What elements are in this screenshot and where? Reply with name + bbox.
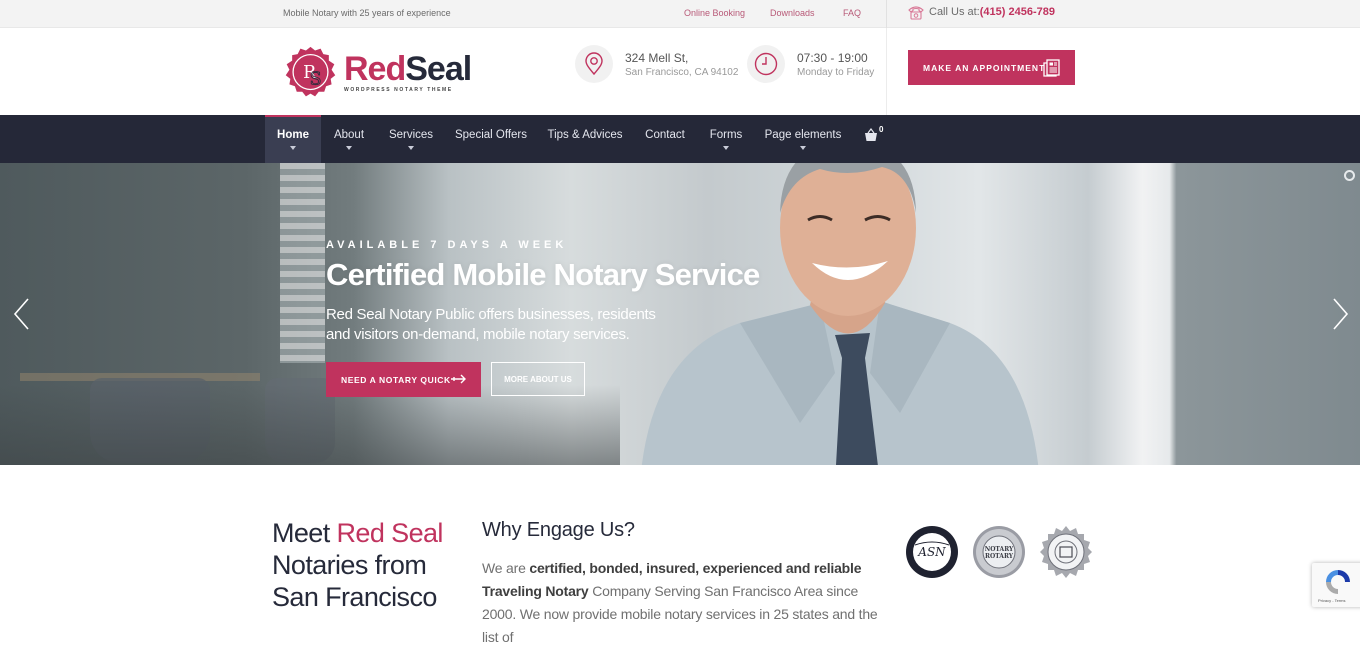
nav-item-home[interactable]: Home <box>265 115 321 163</box>
recaptcha-privacy-terms[interactable]: Privacy - Terms <box>1318 598 1345 603</box>
about-section: Meet Red Seal Notaries from San Francisc… <box>0 465 1360 645</box>
header-divider <box>886 28 887 115</box>
svg-text:ROTARY: ROTARY <box>985 553 1014 560</box>
heading-suffix: Notaries from San Francisco <box>272 550 437 612</box>
topbar-divider <box>886 0 887 28</box>
nav-label: Forms <box>709 129 743 141</box>
more-about-us-button[interactable]: MORE ABOUT US <box>491 362 585 396</box>
hours-line1: 07:30 - 19:00 <box>797 50 868 65</box>
nav-item-contact[interactable]: Contact <box>640 115 690 163</box>
about-body: We are certified, bonded, insured, exper… <box>482 557 882 649</box>
notary-rotary-badge-icon: NOTARY ROTARY <box>973 526 1025 578</box>
chevron-down-icon <box>800 146 806 150</box>
nav-item-page-elements[interactable]: Page elements <box>762 115 844 163</box>
certification-badges: ASN NOTARY ROTARY <box>905 525 1106 579</box>
nav-label: Home <box>277 129 309 141</box>
clock-icon-circle <box>747 45 785 83</box>
nav-label: About <box>333 129 365 141</box>
body-intro: We are <box>482 560 530 576</box>
svg-text:ASN: ASN <box>917 545 946 559</box>
clock-icon <box>754 52 778 76</box>
nav-item-tips-advices[interactable]: Tips & Advices <box>545 115 625 163</box>
downloads-link[interactable]: Downloads <box>770 8 815 18</box>
location-pin-icon <box>585 52 603 76</box>
call-label: Call Us at: <box>929 6 980 18</box>
hero-eyebrow: AVAILABLE 7 DAYS A WEEK <box>326 239 568 251</box>
asn-member-badge-icon: ASN <box>906 526 958 578</box>
brand-subtitle: WORDPRESS NOTARY THEME <box>344 87 453 93</box>
brand-dark: Seal <box>405 50 472 88</box>
nav-label: Contact <box>645 129 685 141</box>
hours-info: 07:30 - 19:00 Monday to Friday <box>747 45 874 83</box>
shopping-basket-icon <box>865 128 877 141</box>
nav-item-forms[interactable]: Forms <box>704 115 748 163</box>
nav-item-services[interactable]: Services <box>384 115 438 163</box>
hero-bg-window <box>280 163 325 363</box>
brand-name: RedSeal <box>344 50 472 88</box>
address-line2: San Francisco, CA 94102 <box>625 66 739 78</box>
chevron-down-icon <box>723 146 729 150</box>
seal-logo-icon: R S <box>285 46 336 97</box>
nav-label: Special Offers <box>454 129 527 141</box>
heading-prefix: Meet <box>272 518 337 548</box>
why-engage-heading: Why Engage Us? <box>482 519 635 541</box>
nav-label: Page elements <box>764 129 842 141</box>
slider-next-arrow[interactable] <box>1330 297 1350 331</box>
phone-icon <box>908 6 924 20</box>
make-appointment-label: MAKE AN APPOINTMENT <box>923 62 1046 73</box>
top-bar: Mobile Notary with 25 years of experienc… <box>0 0 1360 28</box>
heading-highlight: Red Seal <box>336 518 444 548</box>
cart-button[interactable]: 0 <box>864 125 888 151</box>
call-us: Call Us at: (415) 2456-789 <box>907 4 1055 20</box>
address-info: 324 Mell St, San Francisco, CA 94102 <box>575 45 738 83</box>
brand-red: Red <box>344 50 406 88</box>
hero-title: Certified Mobile Notary Service <box>326 257 760 292</box>
logo-wordmark: RedSeal WORDPRESS NOTARY THEME <box>344 50 472 93</box>
slider-prev-arrow[interactable] <box>12 297 32 331</box>
certified-badge-icon <box>1040 526 1092 578</box>
nav-label: Tips & Advices <box>547 129 623 141</box>
svg-text:S: S <box>310 69 322 89</box>
nav-item-special-offers[interactable]: Special Offers <box>451 115 531 163</box>
phone-number-link[interactable]: (415) 2456-789 <box>980 6 1055 18</box>
hero-bg-floor <box>0 385 620 465</box>
document-icon <box>1043 59 1060 77</box>
svg-text:NOTARY: NOTARY <box>985 546 1014 553</box>
arrow-right-icon <box>451 374 466 384</box>
online-booking-link[interactable]: Online Booking <box>684 8 745 18</box>
recaptcha-badge[interactable]: Privacy - Terms <box>1312 563 1360 607</box>
address-line1: 324 Mell St, <box>625 50 689 65</box>
chevron-down-icon <box>290 146 296 150</box>
slider-dot[interactable] <box>1344 170 1355 181</box>
main-nav: Home About Services Special Offers Tips … <box>0 115 1360 163</box>
hero-content: AVAILABLE 7 DAYS A WEEK Certified Mobile… <box>326 239 760 397</box>
location-icon-circle <box>575 45 613 83</box>
make-appointment-button[interactable]: MAKE AN APPOINTMENT <box>908 50 1075 85</box>
need-notary-label: NEED A NOTARY QUICK <box>341 374 451 385</box>
faq-link[interactable]: FAQ <box>843 8 861 18</box>
recaptcha-icon <box>1326 570 1350 594</box>
chevron-down-icon <box>408 146 414 150</box>
hours-line2: Monday to Friday <box>797 66 875 78</box>
nav-label: Services <box>388 129 434 141</box>
chevron-down-icon <box>346 146 352 150</box>
logo[interactable]: R S RedSeal WORDPRESS NOTARY THEME <box>283 45 472 100</box>
header: R S RedSeal WORDPRESS NOTARY THEME 324 M… <box>0 28 1360 115</box>
need-notary-button[interactable]: NEED A NOTARY QUICK <box>326 362 481 397</box>
hero-description: Red Seal Notary Public offers businesses… <box>326 306 656 343</box>
hero-slider: AVAILABLE 7 DAYS A WEEK Certified Mobile… <box>0 163 1360 465</box>
tagline: Mobile Notary with 25 years of experienc… <box>283 8 451 18</box>
nav-item-about[interactable]: About <box>327 115 371 163</box>
cart-count: 0 <box>879 125 884 134</box>
about-heading: Meet Red Seal Notaries from San Francisc… <box>272 517 462 613</box>
